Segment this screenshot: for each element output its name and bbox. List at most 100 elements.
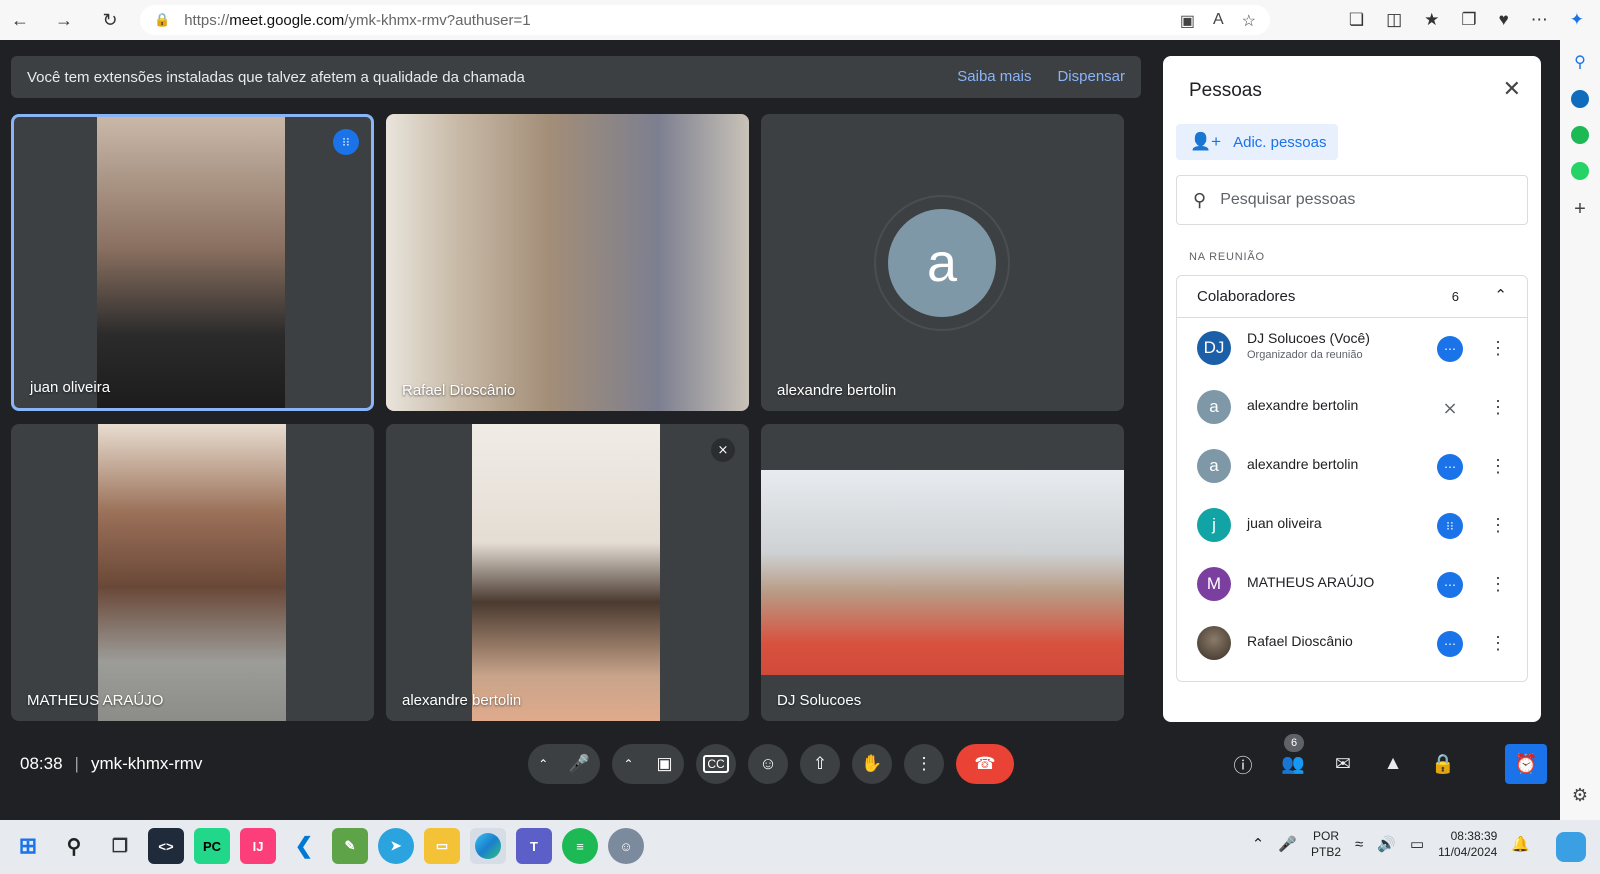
more-options-icon[interactable]: ⋯ (1437, 454, 1463, 480)
participant-tile[interactable]: MATHEUS ARAÚJO (11, 424, 374, 721)
copilot-taskbar-icon[interactable] (1556, 832, 1586, 862)
participant-tile[interactable]: Rafael Dioscânio (386, 114, 749, 411)
back-icon[interactable]: ← (2, 4, 38, 36)
close-icon[interactable]: ✕ (1503, 76, 1521, 102)
edge-browser-icon[interactable] (470, 828, 506, 864)
more-options-button[interactable]: ⋮ (904, 744, 944, 784)
add-people-button[interactable]: 👤+ Adic. pessoas (1176, 124, 1338, 160)
browser-health-icon[interactable]: ♥ (1499, 10, 1509, 30)
reactions-button[interactable]: ☺ (748, 744, 788, 784)
collections-icon[interactable]: ❐ (1461, 10, 1476, 30)
participant-tile[interactable]: ⨯ alexandre bertolin (386, 424, 749, 721)
battery-icon[interactable]: ▭ (1410, 835, 1424, 853)
kebab-menu-icon[interactable]: ⋮ (1489, 574, 1507, 595)
kebab-menu-icon[interactable]: ⋮ (1489, 397, 1507, 418)
kebab-menu-icon[interactable]: ⋮ (1489, 515, 1507, 536)
captions-button[interactable]: CC (696, 744, 736, 784)
vscode-icon[interactable]: ❮ (286, 828, 322, 864)
participant-tile[interactable]: ⁝⁝ juan oliveira (11, 114, 374, 411)
read-aloud-icon[interactable]: A (1213, 11, 1224, 31)
participant-tile[interactable]: DJ Solucoes (761, 424, 1124, 721)
timer-extension-button[interactable]: ⏰ (1505, 744, 1547, 784)
search-icon[interactable]: ⚲ (56, 828, 92, 864)
microphone-icon[interactable]: 🎤 (569, 754, 590, 774)
camera-control[interactable]: ⌃ ▣ (612, 744, 684, 784)
task-view-icon[interactable]: ❐ (102, 828, 138, 864)
meeting-code: ymk-khmx-rmv (90, 754, 203, 773)
notepad-icon[interactable]: ✎ (332, 828, 368, 864)
camera-icon[interactable]: ▣ (656, 754, 672, 774)
more-options-icon[interactable]: ⋯ (1437, 631, 1463, 657)
more-options-icon[interactable]: ⋯ (1437, 572, 1463, 598)
avatar: DJ (1197, 331, 1231, 365)
mic-off-icon[interactable]: ⨯ (1437, 395, 1463, 421)
leave-call-button[interactable]: ☎ (956, 744, 1014, 784)
chevron-up-icon[interactable]: ⌃ (1252, 835, 1265, 853)
more-options-icon[interactable]: ⋯ (1437, 336, 1463, 362)
favorites-icon[interactable]: ★ (1424, 10, 1439, 30)
url-host: meet.google.com (229, 11, 345, 29)
microphone-control[interactable]: ⌃ 🎤 (528, 744, 600, 784)
windows-start-icon[interactable]: ⊞ (10, 828, 46, 864)
call-controls-bar: 08:38 | ymk-khmx-rmv ⌃ 🎤 ⌃ ▣ CC ☺ ⇧ ✋ ⋮ … (0, 734, 1560, 820)
file-explorer-icon[interactable]: ▭ (424, 828, 460, 864)
system-clock[interactable]: 08:38:39 11/04/2024 (1438, 828, 1497, 860)
meeting-info-button[interactable]: ⓘ (1230, 744, 1256, 784)
input-language[interactable]: POR PTB2 (1311, 828, 1341, 860)
learn-more-link[interactable]: Saiba mais (957, 68, 1031, 85)
whatsapp-icon[interactable] (1571, 162, 1589, 180)
kebab-menu-icon[interactable]: ⋮ (1489, 338, 1507, 359)
raise-hand-button[interactable]: ✋ (852, 744, 892, 784)
dismiss-button[interactable]: Dispensar (1057, 68, 1125, 85)
add-person-icon: 👤+ (1190, 132, 1222, 151)
browser-toolbar: ← → ↻ 🔒 https://meet.google.com/ymk-khmx… (0, 0, 1600, 40)
volume-icon[interactable]: 🔊 (1377, 835, 1396, 853)
favorite-star-icon[interactable]: ☆ (1242, 11, 1256, 31)
host-controls-button[interactable]: 🔒 (1430, 744, 1456, 784)
notification-bell-icon[interactable]: 🔔 (1511, 835, 1530, 853)
kebab-menu-icon[interactable]: ⋮ (1489, 456, 1507, 477)
activities-button[interactable]: ▲ (1380, 744, 1406, 784)
avatar: a (1197, 390, 1231, 424)
split-screen-icon[interactable]: ◫ (1386, 10, 1402, 30)
chat-icon: ✉ (1335, 753, 1351, 775)
chevron-up-icon[interactable]: ⌃ (1494, 286, 1507, 304)
camera-in-use-icon[interactable]: ▣ (1180, 11, 1195, 31)
copilot-icon[interactable]: ✦ (1570, 10, 1584, 30)
present-button[interactable]: ⇧ (800, 744, 840, 784)
address-bar[interactable]: 🔒 https://meet.google.com/ymk-khmx-rmv?a… (140, 5, 1270, 35)
group-header[interactable]: Colaboradores 6 ⌃ (1177, 276, 1527, 318)
chevron-up-icon[interactable]: ⌃ (538, 757, 548, 771)
spotify-icon[interactable]: ≡ (562, 828, 598, 864)
teams-icon[interactable]: T (516, 828, 552, 864)
video-feed (761, 470, 1124, 675)
telegram-icon[interactable]: ➤ (378, 828, 414, 864)
search-people-input[interactable]: ⚲ Pesquisar pessoas (1176, 175, 1528, 225)
people-button[interactable]: 6 👥 (1280, 734, 1306, 784)
add-icon[interactable]: + (1574, 198, 1586, 221)
intellij-icon[interactable]: IJ (240, 828, 276, 864)
microphone-icon[interactable]: 🎤 (1278, 835, 1297, 853)
emoji-icon: ☺ (759, 754, 777, 773)
participant-tile[interactable]: a alexandre bertolin (761, 114, 1124, 411)
reload-icon[interactable]: ↻ (92, 4, 128, 36)
kebab-menu-icon[interactable]: ⋮ (1489, 633, 1507, 654)
chevron-up-icon[interactable]: ⌃ (623, 757, 633, 771)
group-name: Colaboradores (1197, 288, 1296, 305)
speaking-indicator-icon[interactable]: ⁝⁝ (1437, 513, 1463, 539)
more-menu-icon[interactable]: ⋯ (1531, 10, 1548, 30)
chat-button[interactable]: ✉ (1330, 744, 1356, 784)
dev-home-icon[interactable]: <> (148, 828, 184, 864)
forward-icon[interactable]: → (46, 4, 82, 36)
discord-bot-icon[interactable]: ☺ (608, 828, 644, 864)
wifi-icon[interactable]: ≈ (1355, 836, 1363, 853)
spotify-icon[interactable] (1571, 126, 1589, 144)
extensions-icon[interactable]: ❏ (1349, 10, 1364, 30)
edge-sidebar: ⚲ + ⚙ (1560, 40, 1600, 820)
info-icon: ⓘ (1233, 755, 1253, 777)
settings-icon[interactable]: ⚙ (1572, 785, 1588, 806)
pycharm-icon[interactable]: PC (194, 828, 230, 864)
outlook-icon[interactable] (1571, 90, 1589, 108)
search-icon[interactable]: ⚲ (1574, 52, 1586, 72)
list-item: a alexandre bertolin ⋯ ⋮ (1177, 436, 1527, 495)
